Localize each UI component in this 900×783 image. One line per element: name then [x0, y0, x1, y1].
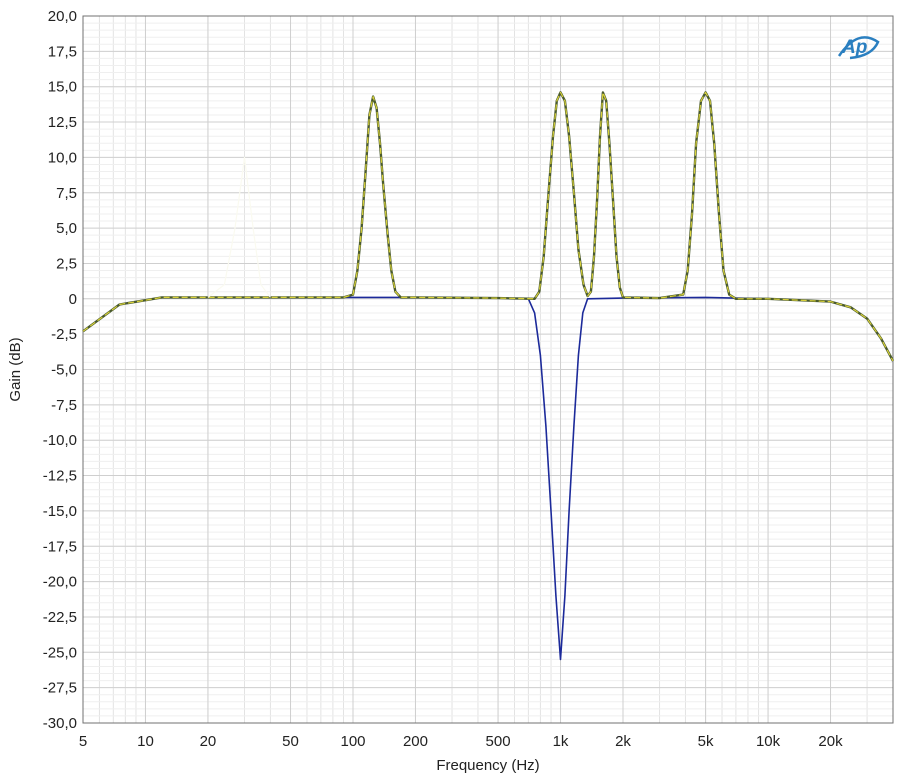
logo-text: Ap	[841, 37, 867, 58]
series-line-1	[82, 296, 894, 661]
x-axis-tick-labels: 5 10 20 50 100 200 500 1k 2k 5k 10k 20k	[79, 733, 843, 750]
y-tick-label: -2,5	[51, 326, 77, 343]
x-tick-label: 10	[137, 733, 154, 750]
y-tick-label: 5,0	[56, 220, 77, 237]
chart-canvas: 20,0 17,5 15,0 12,5 10,0 7,5 5,0 2,5 0 -2,5 -5,0 -7…	[7, 8, 895, 774]
y-tick-label: -17,5	[43, 538, 77, 555]
frequency-response-chart: 20,0 17,5 15,0 12,5 10,0 7,5 5,0 2,5 0 -2,5 -5,0 -7…	[0, 0, 900, 783]
major-gridlines	[82, 15, 893, 724]
y-tick-label: 0	[69, 291, 77, 308]
y-tick-label: -30,0	[43, 715, 77, 732]
y-tick-label: -5,0	[51, 362, 77, 379]
x-tick-label: 10k	[756, 733, 781, 750]
x-tick-label: 20k	[818, 733, 843, 750]
y-tick-label: 20,0	[48, 8, 77, 25]
y-tick-label: 10,0	[48, 149, 77, 166]
x-tick-label: 5	[79, 733, 87, 750]
y-tick-label: 12,5	[48, 114, 77, 131]
x-tick-label: 50	[282, 733, 299, 750]
x-tick-label: 1k	[553, 733, 569, 750]
y-tick-label: 17,5	[48, 43, 77, 60]
series-line-3	[82, 91, 894, 362]
y-tick-label: 2,5	[56, 255, 77, 272]
ap-logo: Ap	[837, 36, 880, 60]
y-tick-label: -27,5	[43, 680, 77, 697]
y-tick-label: -7,5	[51, 397, 77, 414]
x-tick-label: 5k	[698, 733, 714, 750]
y-axis-tick-labels: 20,0 17,5 15,0 12,5 10,0 7,5 5,0 2,5 0 -2,5 -5,0 -7…	[43, 8, 77, 732]
y-tick-label: -10,0	[43, 432, 77, 449]
x-tick-label: 100	[340, 733, 365, 750]
y-axis-title: Gain (dB)	[7, 337, 24, 401]
y-tick-label: -20,0	[43, 574, 77, 591]
x-axis-title: Frequency (Hz)	[436, 757, 539, 774]
y-tick-label: 7,5	[56, 185, 77, 202]
y-tick-label: 15,0	[48, 79, 77, 96]
x-tick-label: 200	[403, 733, 428, 750]
y-tick-label: -15,0	[43, 503, 77, 520]
y-tick-label: -22,5	[43, 609, 77, 626]
y-tick-label: -12,5	[43, 468, 77, 485]
x-tick-label: 20	[200, 733, 217, 750]
y-tick-label: -25,0	[43, 644, 77, 661]
x-tick-label: 2k	[615, 733, 631, 750]
series-line-2	[82, 91, 895, 362]
x-tick-label: 500	[486, 733, 511, 750]
